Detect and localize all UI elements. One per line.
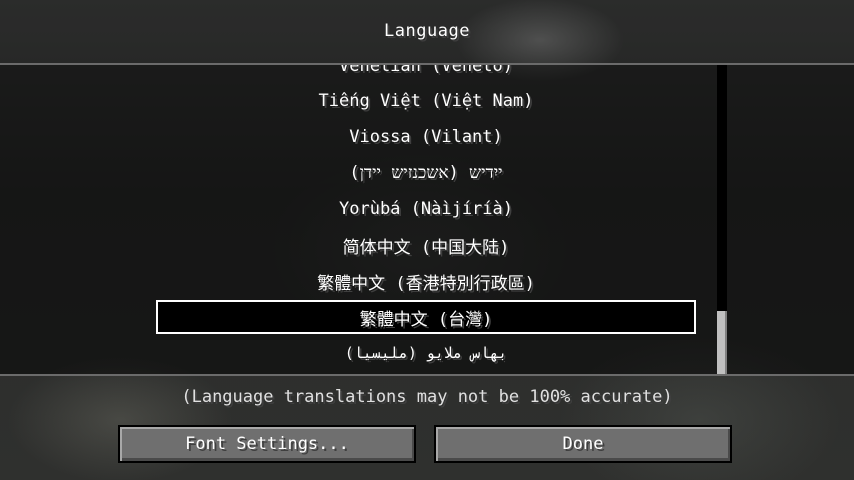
language-item-traditional-chinese-hk[interactable]: 繁體中文 (香港特別行政區) <box>156 264 696 298</box>
scrollbar-thumb[interactable] <box>717 311 727 374</box>
header-bar: Language <box>0 0 854 63</box>
language-item-malay-jawi[interactable]: بهاس ملايو (مليسيا) <box>156 336 696 370</box>
done-button[interactable]: Done <box>434 425 732 463</box>
language-item-yiddish[interactable]: ייִדיש (אשכנזיש יידן) <box>156 156 696 190</box>
font-settings-button[interactable]: Font Settings... <box>118 425 416 463</box>
translation-accuracy-notice: (Language translations may not be 100% a… <box>181 387 673 407</box>
language-list[interactable]: Venetian (Veneto) Tiếng Việt (Việt Nam) … <box>0 63 854 376</box>
screen-title: Language <box>384 21 470 41</box>
language-item-viossa[interactable]: Viossa (Vilant) <box>156 120 696 154</box>
language-item-traditional-chinese-tw[interactable]: 繁體中文 (台灣) <box>156 300 696 334</box>
language-item-vietnamese[interactable]: Tiếng Việt (Việt Nam) <box>156 84 696 118</box>
language-item-venetian[interactable]: Venetian (Veneto) <box>156 65 696 83</box>
language-item-simplified-chinese[interactable]: 简体中文 (中国大陆) <box>156 228 696 262</box>
language-item-yoruba[interactable]: Yorùbá (Nàìjíríà) <box>156 192 696 226</box>
